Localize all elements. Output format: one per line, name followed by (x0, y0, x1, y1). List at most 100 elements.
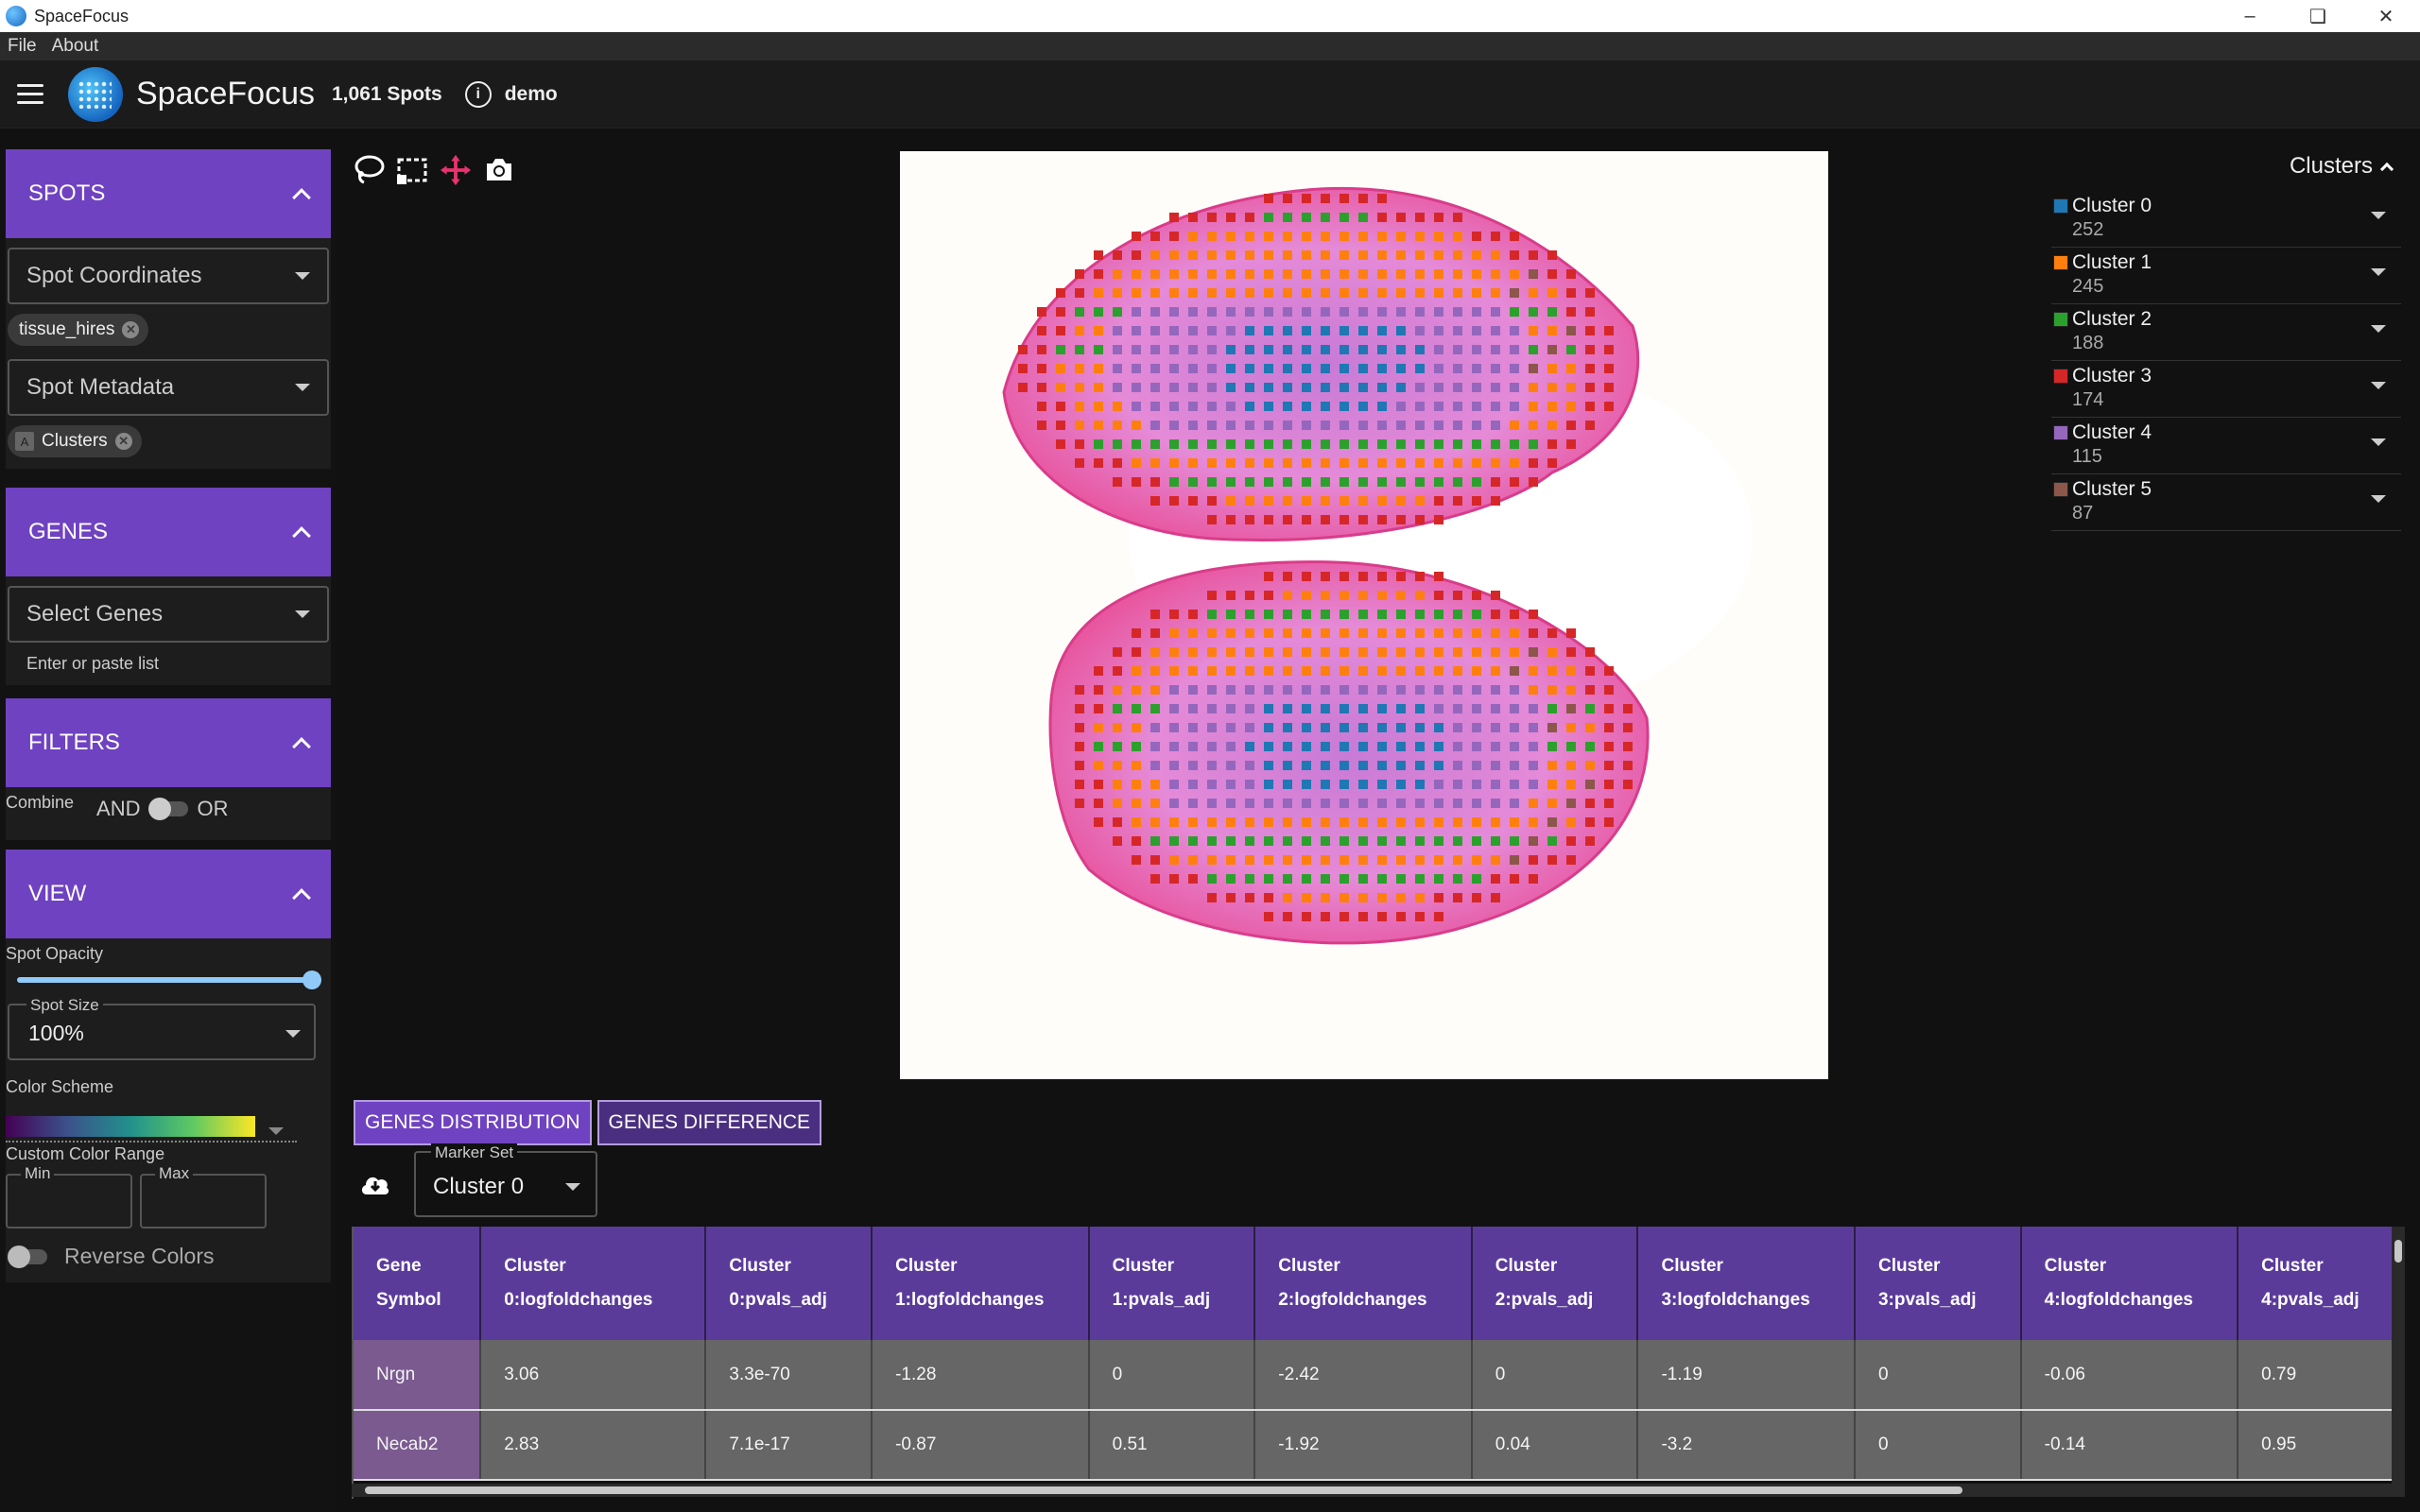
spot-cluster-0 (1302, 345, 1311, 354)
column-header[interactable]: Cluster 0:logfoldchanges (480, 1227, 707, 1340)
vertical-scrollbar[interactable] (2392, 1227, 2405, 1484)
legend-item-cluster-1[interactable]: Cluster 1 245 (2051, 248, 2401, 304)
spot-cluster-2 (1302, 610, 1311, 619)
legend-item-cluster-5[interactable]: Cluster 5 87 (2051, 474, 2401, 531)
spot-cluster-2 (1302, 213, 1311, 222)
color-scheme-select[interactable] (6, 1097, 297, 1143)
view-panel-header[interactable]: VIEW (6, 850, 331, 938)
spot-coordinates-select[interactable]: Spot Coordinates (8, 248, 329, 304)
genes-panel-header[interactable]: GENES (6, 488, 331, 576)
spot-cluster-3 (1264, 572, 1273, 581)
menu-file[interactable]: File (0, 36, 44, 57)
column-header[interactable]: Cluster 1:logfoldchanges (872, 1227, 1090, 1340)
tab-genes-distribution[interactable]: GENES DISTRIBUTION (354, 1100, 592, 1145)
spot-cluster-4 (1169, 685, 1179, 695)
column-header[interactable]: Cluster 4:logfoldchanges (2020, 1227, 2239, 1340)
spot-cluster-1 (1377, 269, 1387, 279)
column-header[interactable]: Cluster 3:logfoldchanges (1637, 1227, 1856, 1340)
lasso-icon[interactable] (352, 153, 386, 187)
table-row[interactable]: Necab2 2.83 7.1e-17 -0.87 0.51 -1.92 0.04 -3.2 0… (354, 1410, 2405, 1481)
spot-metadata-select[interactable]: Spot Metadata (8, 359, 329, 416)
spot-cluster-1 (1396, 288, 1406, 298)
spot-cluster-3 (1037, 364, 1046, 373)
spot-cluster-2 (1150, 439, 1160, 449)
spot-cluster-1 (1434, 666, 1443, 676)
spot-cluster-1 (1396, 666, 1406, 676)
tissue-image-canvas[interactable] (900, 151, 1828, 1079)
legend-item-cluster-3[interactable]: Cluster 3 174 (2051, 361, 2401, 418)
spot-size-select[interactable]: Spot Size 100% (8, 996, 316, 1060)
legend-header[interactable]: Clusters (2051, 153, 2401, 180)
info-icon[interactable]: i (464, 80, 492, 108)
spot-cluster-3 (1075, 458, 1084, 468)
chevron-down-icon[interactable] (2371, 495, 2386, 503)
spot-cluster-4 (1491, 704, 1500, 713)
spot-cluster-4 (1226, 799, 1236, 808)
spot-cluster-4 (1321, 799, 1330, 808)
close-window-button[interactable]: ✕ (2352, 0, 2420, 32)
chevron-down-icon[interactable] (2371, 212, 2386, 219)
and-or-toggle[interactable] (147, 798, 188, 820)
chevron-down-icon[interactable] (2371, 325, 2386, 333)
remove-chip-icon[interactable]: ✕ (122, 321, 140, 338)
column-header-gene-symbol[interactable]: Gene Symbol (354, 1227, 482, 1340)
spot-opacity-slider[interactable] (17, 964, 321, 994)
restore-button[interactable]: ❏ (2284, 0, 2352, 32)
column-header[interactable]: Cluster 2:pvals_adj (1471, 1227, 1639, 1340)
minimize-button[interactable]: – (2216, 0, 2284, 32)
spots-panel-header[interactable]: SPOTS (6, 149, 331, 238)
spot-cluster-1 (1302, 893, 1311, 902)
column-header[interactable]: Cluster 3:pvals_adj (1854, 1227, 2022, 1340)
max-label: Max (155, 1164, 194, 1183)
min-input[interactable]: Min (6, 1164, 132, 1228)
column-header[interactable]: Cluster 0:pvals_adj (705, 1227, 873, 1340)
chevron-down-icon[interactable] (2371, 438, 2386, 446)
spot-cluster-1 (1321, 269, 1330, 279)
spots-panel: SPOTS Spot Coordinates tissue_hires ✕ Sp… (6, 149, 331, 469)
menu-about[interactable]: About (44, 36, 107, 57)
spot-cluster-4 (1226, 685, 1236, 695)
legend-item-cluster-2[interactable]: Cluster 2 188 (2051, 304, 2401, 361)
tab-genes-difference[interactable]: GENES DIFFERENCE (596, 1100, 822, 1145)
column-header[interactable]: Cluster 2:logfoldchanges (1254, 1227, 1473, 1340)
spot-cluster-0 (1415, 364, 1425, 373)
horizontal-scrollbar[interactable] (352, 1484, 2405, 1497)
spot-cluster-3 (1094, 250, 1103, 260)
coords-chip: tissue_hires ✕ (8, 314, 149, 346)
spot-cluster-0 (1283, 402, 1292, 411)
chevron-down-icon[interactable] (2371, 382, 2386, 389)
max-input[interactable]: Max (140, 1164, 267, 1228)
spot-cluster-1 (1132, 666, 1141, 676)
spot-cluster-0 (1321, 326, 1330, 335)
spot-cluster-3 (1623, 761, 1633, 770)
spot-cluster-2 (1075, 345, 1084, 354)
spot-cluster-4 (1472, 799, 1481, 808)
spot-cluster-0 (1434, 742, 1443, 751)
remove-chip-icon[interactable]: ✕ (114, 433, 132, 450)
column-header[interactable]: Cluster 4:pvals_adj (2238, 1227, 2405, 1340)
spot-cluster-3 (1132, 855, 1141, 865)
legend-item-cluster-4[interactable]: Cluster 4 115 (2051, 418, 2401, 474)
hamburger-menu-icon[interactable] (17, 84, 51, 104)
reverse-colors-toggle[interactable] (8, 1245, 47, 1268)
download-icon[interactable] (359, 1172, 391, 1198)
or-label: OR (197, 797, 229, 820)
filters-panel-header[interactable]: FILTERS (6, 698, 331, 787)
spot-cluster-3 (1094, 269, 1103, 279)
column-header[interactable]: Cluster 1:pvals_adj (1088, 1227, 1256, 1340)
spot-cluster-1 (1547, 421, 1557, 430)
move-icon[interactable] (439, 153, 473, 187)
rectangle-select-icon[interactable] (395, 153, 429, 187)
select-genes-input[interactable]: Select Genes (8, 586, 329, 643)
camera-icon[interactable] (482, 153, 516, 187)
spot-cluster-2 (1434, 836, 1443, 846)
spot-cluster-3 (1547, 250, 1557, 260)
spot-cluster-1 (1188, 288, 1198, 298)
marker-set-select[interactable]: Marker Set Cluster 0 (414, 1143, 597, 1217)
legend-item-cluster-0[interactable]: Cluster 0 252 (2051, 191, 2401, 248)
spot-cluster-3 (1037, 421, 1046, 430)
table-row[interactable]: Nrgn 3.06 3.3e-70 -1.28 0 -2.42 0 -1.19 0 -0.06 0.… (354, 1340, 2405, 1411)
chevron-down-icon[interactable] (2371, 268, 2386, 276)
spot-cluster-2 (1547, 307, 1557, 317)
spot-cluster-0 (1321, 780, 1330, 789)
